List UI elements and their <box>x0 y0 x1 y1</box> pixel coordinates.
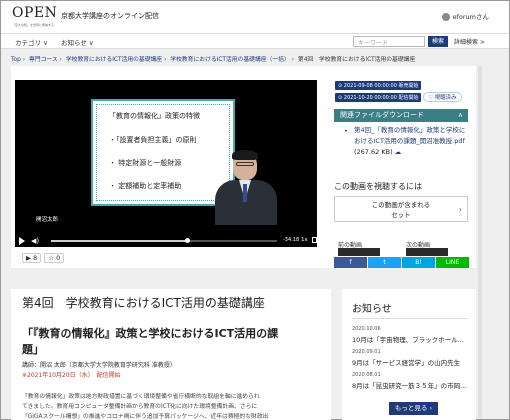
lecture-description: てきました。教育用コンピュータ整備計画から教育のICT化に向けた環境整備計画、さ… <box>22 404 258 410</box>
deliver-date-badge: ⊙ 2021-10-20 00:00:00 配信開始 <box>335 93 422 102</box>
set-line1: この動画が含まれる <box>371 201 431 209</box>
seek-bar[interactable] <box>51 238 277 243</box>
playback-speed[interactable]: 1x <box>301 237 308 243</box>
slide-item: ・ 定額補助と定率補助 <box>109 182 182 190</box>
slide-item: ・ 特定財源と一般財源 <box>109 159 182 167</box>
news-date: 2020.08.01 <box>352 372 381 378</box>
news-heading: お知らせ <box>352 304 392 315</box>
download-heading: 関連ファイルダウンロード <box>340 111 424 119</box>
publish-date-badge: ⊙ 2021-09-08 00:00:00 販売開始 <box>335 81 422 90</box>
hatena-share-button[interactable]: B! <box>402 257 435 268</box>
twitter-share-button[interactable]: t <box>368 257 401 268</box>
lecture-description: 「GIGAスクール構想」の推進やコロナ禍に伴う追加予算パッケージへ、近年は積極的… <box>22 414 269 420</box>
lecture-date: ※2021年10月20日（水） 配信開始 <box>22 372 121 379</box>
lecture-description: 「教育の情報化」政策は地方財政措置に基づく環境整備や省庁横断的な取組を軸に進めら… <box>22 394 260 400</box>
seek-progress <box>51 240 187 242</box>
volume-icon[interactable]: ◀) <box>31 237 39 245</box>
user-menu[interactable]: eforumさん <box>441 11 489 21</box>
star-button[interactable]: ☆ 0 <box>44 253 65 263</box>
more-news-button[interactable]: もっと見る › <box>389 402 438 415</box>
bullet-icon: • <box>344 127 348 135</box>
news-link[interactable]: 10月は「宇宙物理、ブラックホール... <box>352 334 474 344</box>
lecture-title-cont: 題」 <box>22 343 44 356</box>
download-link[interactable]: • 第4回_「教育の情報化」政策と学校におけるICT活用の課題_開沼准教授.pd… <box>340 125 466 158</box>
time-remaining: -34:18 <box>283 237 300 243</box>
site-name: 京都大学講座のオンライン配信 <box>61 12 159 20</box>
divider <box>352 318 468 319</box>
share-buttons: f t B! LINE <box>334 257 469 268</box>
news-link[interactable]: 8月は「昆虫研究一筋３５年」の市岡... <box>352 380 474 390</box>
search-input[interactable]: キーワード <box>353 36 425 47</box>
watched-badge[interactable]: ♡ 視聴済み <box>423 92 462 102</box>
prev-video-thumbnail[interactable] <box>338 248 380 256</box>
next-video-thumbnail[interactable] <box>406 248 448 256</box>
watch-heading: この動画を視聴するには <box>334 182 422 191</box>
speaker-caption: 開沼太郎 <box>36 217 59 223</box>
site-logo[interactable]: OPEN <box>12 5 57 21</box>
scrollbar[interactable] <box>478 66 482 418</box>
search-button[interactable]: 検索 <box>428 36 448 47</box>
breadcrumb-item[interactable]: 学校教育におけるICT活用の基礎講座 <box>66 57 162 63</box>
fullscreen-icon[interactable] <box>312 237 317 243</box>
logo-tagline: 「京大の知」を世界に発信する <box>12 23 55 27</box>
download-section-header[interactable]: 関連ファイルダウンロード ∧ <box>334 109 468 122</box>
breadcrumb-current: 第4回 学校教育におけるICT活用の基礎講座 <box>297 57 416 63</box>
news-date: 2020.10.06 <box>352 326 381 332</box>
video-actions: ▶ 8 ☆ 0 <box>22 253 67 263</box>
nav-news[interactable]: お知らせ ∨ <box>61 37 94 47</box>
lecture-instructor: 講師：開沼 太郎（京都大学大学院教育学研究科 准教授） <box>22 362 176 369</box>
site-header: OPEN 「京大の知」を世界に発信する 京都大学講座のオンライン配信 eforu… <box>1 1 509 33</box>
line-share-button[interactable]: LINE <box>436 257 469 268</box>
set-line2: セット <box>391 211 411 219</box>
user-icon <box>441 13 450 21</box>
slide-title: 「教育の情報化」政策の特徴 <box>109 112 200 120</box>
news-link[interactable]: 9月は「サービス経営学」の山内先生 <box>352 357 474 367</box>
news-date: 2020.09.01 <box>352 349 381 355</box>
slide-item: ・「設置者負担主義」の原則 <box>109 136 197 144</box>
chevron-up-icon: ∧ <box>457 111 463 119</box>
chevron-right-icon: › <box>458 205 462 214</box>
breadcrumb-item[interactable]: 学校教育におけるICT活用の基礎講座（一括） <box>170 57 289 63</box>
download-size: (267.62 KB) <box>354 148 393 156</box>
breadcrumb-item[interactable]: Top <box>11 57 21 63</box>
seek-handle[interactable] <box>184 238 190 243</box>
speaker-video <box>209 148 287 225</box>
set-link[interactable]: この動画が含まれる セット › <box>334 196 468 222</box>
view-count: ▶ 8 <box>22 253 42 263</box>
player-controls: ◀) -34:18 1x <box>15 234 317 247</box>
lecture-number: 第4回 学校教育におけるICT活用の基礎講座 <box>22 296 265 310</box>
video-player[interactable]: 「教育の情報化」政策の特徴 ・「設置者負担主義」の原則 ・ 特定財源と一般財源 … <box>15 80 317 247</box>
download-filename: 第4回_「教育の情報化」政策と学校におけるICT活用の課題_開沼准教授.pdf <box>354 126 466 145</box>
user-name: eforumさん <box>452 13 489 21</box>
facebook-share-button[interactable]: f <box>334 257 367 268</box>
breadcrumb-item[interactable]: 専門コース <box>29 57 58 63</box>
breadcrumb: Top › 専門コース › 学校教育におけるICT活用の基礎講座 › 学校教育における… <box>11 57 416 63</box>
lecture-title: 「『教育の情報化』政策と学校におけるICT活用の課 <box>22 327 279 340</box>
advanced-search-link[interactable]: 詳細検索 > <box>454 37 485 46</box>
nav-category[interactable]: カテゴリ ∨ <box>15 37 48 47</box>
play-icon[interactable] <box>19 237 25 245</box>
main-nav: カテゴリ ∨ お知らせ ∨ キーワード 検索 詳細検索 > <box>1 33 509 49</box>
